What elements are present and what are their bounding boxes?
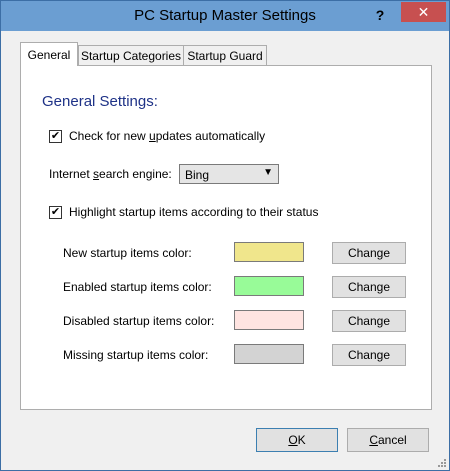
search-engine-select[interactable]: Bing ▼ [179,164,279,184]
button-label: ancel [377,433,407,447]
check-updates-checkbox[interactable]: ✔ [49,130,62,143]
new-color-change-button[interactable]: Change [332,242,406,264]
label-text: pdates automatically [155,129,266,143]
missing-color-swatch [234,344,304,364]
settings-dialog: PC Startup Master Settings ? ✕ Startup C… [0,0,450,471]
accelerator-key: C [369,433,378,447]
close-button[interactable]: ✕ [401,2,446,22]
check-mark-icon: ✔ [50,206,61,218]
label-text: Check for new [69,129,150,143]
search-engine-value: Bing [185,168,210,182]
close-icon: ✕ [417,4,430,20]
title-bar[interactable]: PC Startup Master Settings ? ✕ [1,1,449,31]
check-updates-label[interactable]: Check for new updates automatically [69,129,265,143]
disabled-color-swatch [234,310,304,330]
tab-startup-categories[interactable]: Startup Categories [78,45,184,65]
cancel-button[interactable]: Cancel [347,428,429,452]
label-text: Internet [49,167,94,181]
highlight-checkbox[interactable]: ✔ [49,206,62,219]
search-engine-label: Internet search engine: [49,167,172,181]
ok-button[interactable]: OK [256,428,338,452]
button-label: K [297,433,306,447]
accelerator-key: O [288,433,298,447]
help-button[interactable]: ? [367,5,393,25]
missing-color-label: Missing startup items color: [63,348,209,362]
tab-startup-guard[interactable]: Startup Guard [183,45,267,65]
missing-color-change-button[interactable]: Change [332,344,406,366]
new-color-swatch [234,242,304,262]
resize-grip-icon[interactable] [436,457,446,467]
highlight-label[interactable]: Highlight startup items according to the… [69,205,318,219]
enabled-color-swatch [234,276,304,296]
label-text: earch engine: [99,167,172,181]
section-heading: General Settings: [42,93,158,110]
new-color-label: New startup items color: [63,246,192,260]
enabled-color-change-button[interactable]: Change [332,276,406,298]
tab-general[interactable]: General [20,42,78,66]
accelerator-key: u [149,129,156,143]
disabled-color-label: Disabled startup items color: [63,314,215,328]
disabled-color-change-button[interactable]: Change [332,310,406,332]
enabled-color-label: Enabled startup items color: [63,280,212,294]
check-mark-icon: ✔ [50,130,61,142]
chevron-down-icon: ▼ [263,167,273,178]
